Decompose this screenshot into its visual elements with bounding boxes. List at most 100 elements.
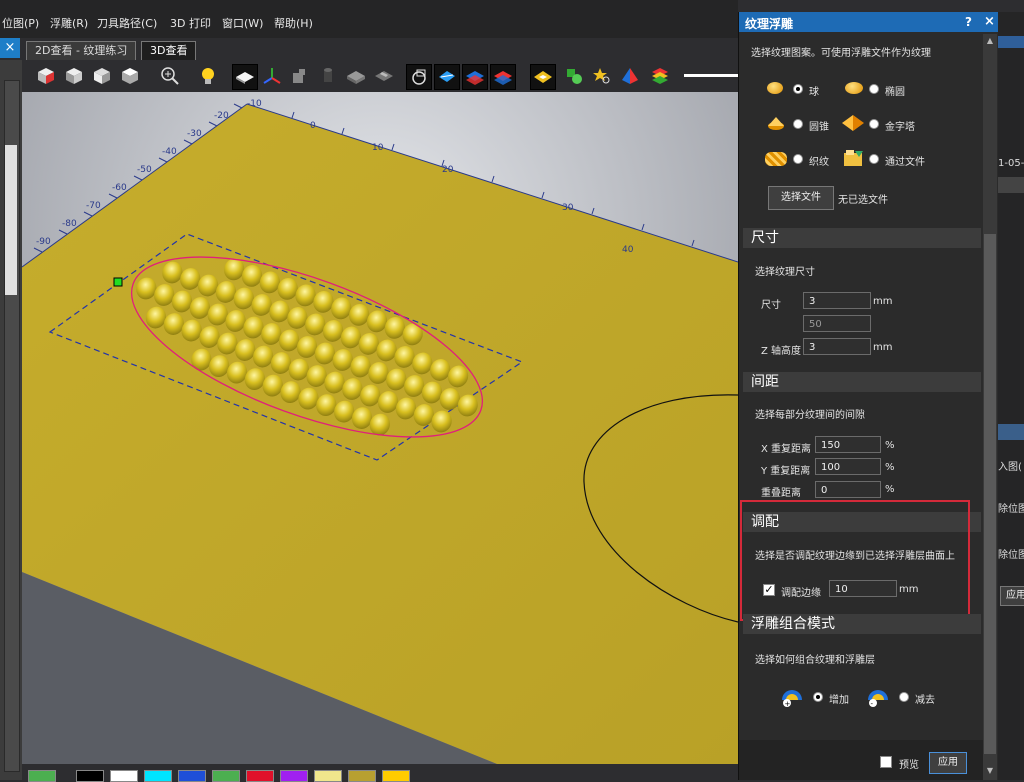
ruler-label-7: -30 bbox=[187, 129, 202, 139]
menu-toolpath[interactable]: 刀具路径(C) bbox=[97, 15, 157, 31]
tab-2d-view[interactable]: 2D查看 - 纹理练习 bbox=[26, 41, 137, 60]
color-swatch-black[interactable] bbox=[76, 770, 104, 782]
shape-radio-file[interactable] bbox=[869, 154, 879, 164]
z-height-input[interactable]: 3 bbox=[803, 338, 871, 355]
ellipse-icon bbox=[845, 82, 863, 94]
combine-section-header: 浮雕组合模式 bbox=[743, 614, 981, 634]
puzzle-icon[interactable] bbox=[288, 64, 312, 88]
ruler-label-6: -40 bbox=[162, 147, 177, 157]
close-tab-button[interactable]: × bbox=[0, 38, 20, 58]
shape-radio-cone[interactable] bbox=[793, 119, 803, 129]
tab-strip: 2D查看 - 纹理练习 3D查看 bbox=[0, 38, 738, 60]
size-desc: 选择纹理尺寸 bbox=[755, 267, 815, 278]
ruler-label-4: -60 bbox=[112, 183, 127, 193]
show-material-icon[interactable] bbox=[232, 64, 258, 90]
fit-edges-checkbox[interactable]: ✓ bbox=[763, 584, 775, 596]
fit-edges-unit: mm bbox=[899, 584, 919, 595]
green-shapes-icon[interactable] bbox=[562, 64, 586, 88]
shape-label-pyramid: 金字塔 bbox=[885, 122, 915, 133]
color-swatch-red[interactable] bbox=[246, 770, 274, 782]
rotate-view-icon[interactable] bbox=[406, 64, 432, 90]
color-swatch-green[interactable] bbox=[212, 770, 240, 782]
stacked-layers-icon[interactable] bbox=[648, 64, 672, 88]
far-right-item-3[interactable]: 除位图 bbox=[998, 546, 1024, 561]
toolbar-slider[interactable] bbox=[684, 74, 738, 77]
color-swatch-olive[interactable] bbox=[348, 770, 376, 782]
tab-3d-view[interactable]: 3D查看 bbox=[141, 41, 197, 60]
3d-viewport[interactable]: -90 -80 -70 -60 -50 -40 -30 -20 -10 0 10… bbox=[22, 92, 738, 764]
color-swatch-yellow[interactable] bbox=[382, 770, 410, 782]
cylinder-icon[interactable] bbox=[316, 64, 340, 88]
ruler-label-14: 40 bbox=[622, 245, 634, 255]
preview-checkbox[interactable] bbox=[880, 756, 892, 768]
combine-radio-add[interactable] bbox=[813, 692, 823, 702]
cone-icon bbox=[767, 116, 785, 133]
pyramid-icon bbox=[841, 114, 865, 135]
fit-desc: 选择是否调配纹理边缘到已选择浮雕层曲面上 bbox=[755, 551, 955, 562]
shape-radio-pyramid[interactable] bbox=[869, 119, 879, 129]
layers-blue-icon[interactable] bbox=[462, 64, 488, 90]
color-swatch-white[interactable] bbox=[110, 770, 138, 782]
x-repeat-input[interactable]: 150 bbox=[815, 436, 881, 453]
far-right-item-2[interactable]: 除位图 bbox=[998, 500, 1024, 515]
fit-edges-input[interactable]: 10 bbox=[829, 580, 897, 597]
apply-button[interactable]: 应用 bbox=[929, 752, 967, 774]
svg-text:+: + bbox=[785, 700, 791, 708]
axes-icon[interactable] bbox=[260, 64, 284, 88]
ruler-label-3: -70 bbox=[86, 201, 101, 211]
color-swatch-green-link[interactable] bbox=[28, 770, 56, 782]
combine-add-label: 增加 bbox=[829, 695, 849, 706]
color-swatch-cyan[interactable] bbox=[144, 770, 172, 782]
ruler-label-9: -10 bbox=[247, 99, 262, 109]
menu-3d-print[interactable]: 3D 打印 bbox=[170, 15, 211, 31]
combine-radio-subtract[interactable] bbox=[899, 692, 909, 702]
relief-yellow-icon[interactable] bbox=[530, 64, 556, 90]
star-search-icon[interactable] bbox=[590, 64, 614, 88]
iso-view-side-icon[interactable] bbox=[90, 64, 114, 88]
shape-radio-ellipse[interactable] bbox=[869, 84, 879, 94]
shape-radio-sphere[interactable] bbox=[793, 84, 803, 94]
close-panel-button[interactable]: × bbox=[984, 14, 995, 29]
left-scrollbar-thumb[interactable] bbox=[5, 145, 17, 295]
preview-label: 预览 bbox=[899, 760, 919, 771]
ruler-label-12: 20 bbox=[442, 165, 454, 175]
size-secondary-input[interactable]: 50 bbox=[803, 315, 871, 332]
select-file-button[interactable]: 选择文件 bbox=[768, 186, 834, 210]
zoom-icon[interactable] bbox=[158, 64, 182, 88]
scroll-up-icon[interactable]: ▲ bbox=[985, 36, 995, 46]
overlap-input[interactable]: 0 bbox=[815, 481, 881, 498]
y-repeat-input[interactable]: 100 bbox=[815, 458, 881, 475]
color-swatch-purple[interactable] bbox=[280, 770, 308, 782]
add-mode-icon: + bbox=[779, 684, 805, 711]
ruler-label-2: -80 bbox=[62, 219, 77, 229]
color-swatch-blue[interactable] bbox=[178, 770, 206, 782]
overlap-unit: % bbox=[885, 484, 895, 495]
iso-view-front-icon[interactable] bbox=[62, 64, 86, 88]
far-right-apply-button[interactable]: 应用 bbox=[1000, 586, 1024, 606]
shape-label-sphere: 球 bbox=[809, 87, 819, 98]
block-icon[interactable] bbox=[344, 64, 368, 88]
shape-radio-weave[interactable] bbox=[793, 154, 803, 164]
overlap-label: 重叠距离 bbox=[761, 488, 801, 499]
lightbulb-icon[interactable] bbox=[196, 64, 220, 88]
far-right-item-1[interactable]: 入图( bbox=[998, 458, 1022, 473]
iso-view-top-icon[interactable] bbox=[118, 64, 142, 88]
3d-scene[interactable]: -90 -80 -70 -60 -50 -40 -30 -20 -10 0 10… bbox=[22, 92, 738, 764]
scroll-down-icon[interactable]: ▼ bbox=[985, 766, 995, 776]
menu-help[interactable]: 帮助(H) bbox=[274, 15, 313, 31]
ruler-label-8: -20 bbox=[214, 111, 229, 121]
menu-bitmap[interactable]: 位图(P) bbox=[2, 15, 39, 31]
panel-scrollbar[interactable]: ▲ ▼ bbox=[983, 34, 997, 780]
panel-scrollbar-thumb[interactable] bbox=[984, 234, 996, 754]
menu-relief[interactable]: 浮雕(R) bbox=[50, 15, 88, 31]
layers-red-icon[interactable] bbox=[490, 64, 516, 90]
help-button[interactable]: ? bbox=[965, 15, 972, 29]
size-input[interactable]: 3 bbox=[803, 292, 871, 309]
menu-window[interactable]: 窗口(W) bbox=[222, 15, 263, 31]
cutaway-block-icon[interactable] bbox=[372, 64, 396, 88]
pyramid-color-icon[interactable] bbox=[618, 64, 642, 88]
iso-view-red-icon[interactable] bbox=[34, 64, 58, 88]
toolpath-blue-icon[interactable] bbox=[434, 64, 460, 90]
color-swatch-khaki[interactable] bbox=[314, 770, 342, 782]
x-repeat-label: X 重复距离 bbox=[761, 444, 812, 455]
